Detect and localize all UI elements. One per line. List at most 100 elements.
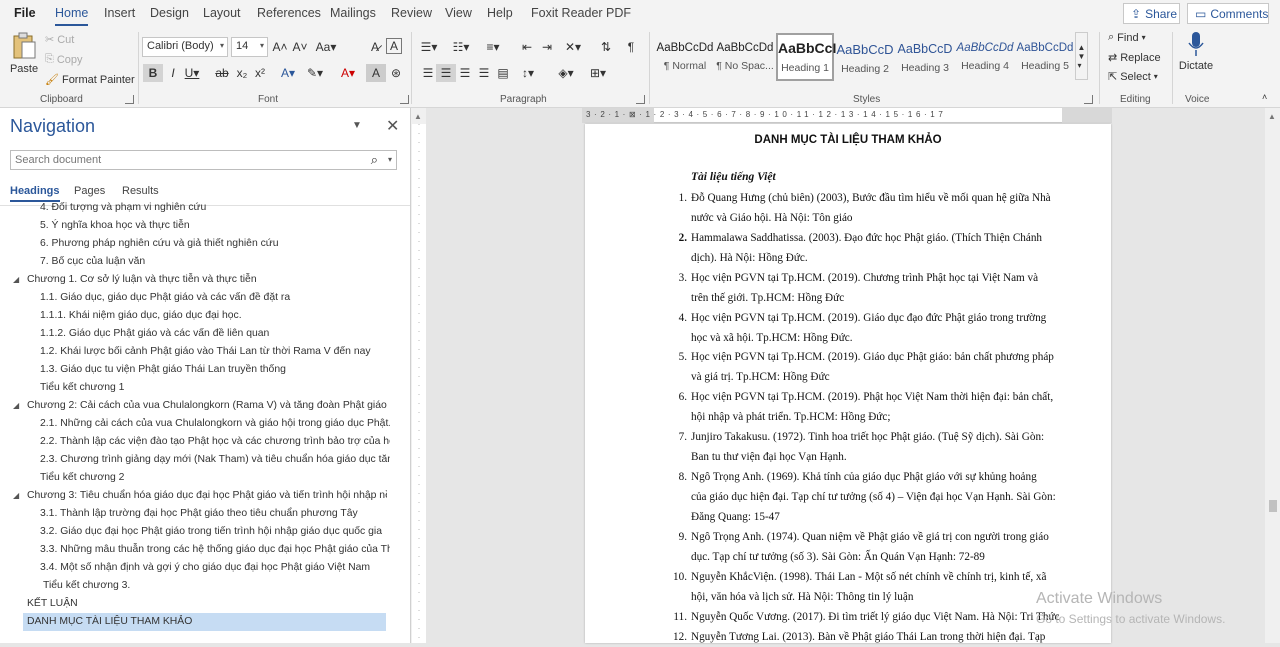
- font-launcher-icon[interactable]: [400, 95, 409, 104]
- line-spacing-icon[interactable]: ↕▾: [518, 64, 538, 82]
- tab-mailings[interactable]: Mailings: [330, 6, 376, 20]
- scroll-up-icon[interactable]: ▲: [1268, 112, 1276, 121]
- style-heading-5[interactable]: AaBbCcDd Heading 5: [1016, 33, 1074, 81]
- grow-font-icon[interactable]: A˄: [270, 38, 290, 56]
- style-heading-3[interactable]: AaBbCcD Heading 3: [896, 33, 954, 81]
- underline-icon[interactable]: U▾: [182, 64, 202, 82]
- enclose-characters-icon[interactable]: ⊛: [386, 64, 406, 82]
- increase-indent-icon[interactable]: ⇥: [537, 38, 557, 56]
- clipboard-launcher-icon[interactable]: [125, 95, 134, 104]
- heading-item[interactable]: 6. Phương pháp nghiên cứu và giả thiết n…: [40, 235, 390, 253]
- close-icon[interactable]: ✕: [386, 116, 399, 136]
- style-no-spacing[interactable]: AaBbCcDd ¶ No Spac...: [716, 33, 774, 81]
- bold-icon[interactable]: B: [143, 64, 163, 82]
- replace-button[interactable]: ⇄ Replace: [1108, 51, 1161, 65]
- vertical-ruler[interactable]: [412, 124, 426, 643]
- font-color-icon[interactable]: A▾: [338, 64, 358, 82]
- heading-item[interactable]: KẾT LUẬN: [27, 595, 387, 613]
- font-name-select[interactable]: Calibri (Body) ▾: [142, 37, 228, 57]
- heading-item[interactable]: 1.3. Giáo dục tu viện Phật giáo Thái Lan…: [40, 361, 390, 379]
- text-effects-icon[interactable]: A▾: [278, 64, 298, 82]
- heading-item[interactable]: 2.3. Chương trình giảng dạy mới (Nak Tha…: [40, 451, 390, 469]
- find-button[interactable]: ⌕ Find ▾: [1108, 31, 1146, 44]
- align-center-icon[interactable]: ☰: [436, 64, 456, 82]
- tab-file[interactable]: File: [14, 6, 36, 20]
- justify-icon[interactable]: ☰: [474, 64, 494, 82]
- tab-view[interactable]: View: [445, 6, 472, 20]
- subscript-icon[interactable]: x₂: [232, 64, 252, 82]
- bullets-icon[interactable]: ☰▾: [419, 38, 439, 56]
- heading-item[interactable]: 5. Ý nghĩa khoa học và thực tiễn: [40, 217, 390, 235]
- tab-design[interactable]: Design: [150, 6, 189, 20]
- decrease-indent-icon[interactable]: ⇤: [517, 38, 537, 56]
- tab-help[interactable]: Help: [487, 6, 513, 20]
- collapse-triangle-icon[interactable]: ◢: [13, 271, 19, 289]
- comments-button[interactable]: ▭ Comments: [1187, 3, 1269, 24]
- style-normal[interactable]: AaBbCcDd ¶ Normal: [656, 33, 714, 81]
- copy-button[interactable]: ⎘ Copy: [45, 53, 83, 66]
- heading-item[interactable]: Chương 2: Cải cách của vua Chulalongkorn…: [27, 397, 387, 415]
- cut-button[interactable]: ✂ Cut: [45, 33, 74, 47]
- heading-item[interactable]: 3.4. Một số nhận định và gợi ý cho giáo …: [40, 559, 390, 577]
- heading-item[interactable]: 3.3. Những mâu thuẫn trong các hệ thống …: [40, 541, 390, 559]
- heading-item[interactable]: 7. Bố cục của luận văn: [40, 253, 390, 271]
- heading-item[interactable]: 1.1.2. Giáo dục Phật giáo và các vấn đề …: [40, 325, 390, 343]
- scrollbar-thumb[interactable]: [1269, 500, 1277, 512]
- text-box-icon[interactable]: A: [386, 38, 402, 54]
- align-right-icon[interactable]: ☰: [455, 64, 475, 82]
- heading-item[interactable]: 1.1.1. Khái niệm giáo dục, giáo dục đại …: [40, 307, 390, 325]
- heading-item[interactable]: Tiểu kết chương 1: [40, 379, 390, 397]
- tab-references[interactable]: References: [257, 6, 321, 20]
- character-shading-icon[interactable]: A: [366, 64, 386, 82]
- style-heading-1[interactable]: AaBbCcI Heading 1: [776, 33, 836, 81]
- tab-foxit[interactable]: Foxit Reader PDF: [531, 6, 631, 20]
- heading-item[interactable]: Chương 3: Tiêu chuẩn hóa giáo dục đại họ…: [27, 487, 387, 505]
- tab-review[interactable]: Review: [391, 6, 432, 20]
- heading-item[interactable]: 3.1. Thành lập trường đại học Phật giáo …: [40, 505, 390, 523]
- scroll-up-icon[interactable]: ▲: [414, 112, 422, 121]
- shrink-font-icon[interactable]: A˅: [290, 38, 310, 56]
- strikethrough-icon[interactable]: ab: [212, 64, 232, 82]
- format-painter-button[interactable]: 🖌 Format Painter: [45, 73, 135, 87]
- horizontal-ruler[interactable]: 3·2·1·⊠·1·2·3·4·5·6·7·8·9·10·11·12·13·14…: [582, 108, 1112, 123]
- share-button[interactable]: ⇪ Share: [1123, 3, 1180, 24]
- tab-headings[interactable]: Headings: [10, 185, 60, 202]
- heading-item[interactable]: 3.2. Giáo dục đại học Phật giáo trong ti…: [40, 523, 390, 541]
- borders-icon[interactable]: ⊞▾: [588, 64, 608, 82]
- collapse-triangle-icon[interactable]: ◢: [13, 487, 19, 505]
- pane-options-icon[interactable]: ▼: [352, 120, 362, 131]
- change-case-icon[interactable]: Aa▾: [313, 38, 339, 56]
- tab-results[interactable]: Results: [122, 185, 159, 197]
- heading-item[interactable]: 1.1. Giáo dục, giáo dục Phật giáo và các…: [40, 289, 390, 307]
- heading-item[interactable]: 2.1. Những cải cách của vua Chulalongkor…: [40, 415, 390, 433]
- shading-icon[interactable]: ◈▾: [556, 64, 576, 82]
- tab-insert[interactable]: Insert: [104, 6, 135, 20]
- tab-home[interactable]: Home: [55, 6, 89, 26]
- asian-layout-icon[interactable]: ✕▾: [563, 38, 583, 56]
- heading-item[interactable]: 4. Đối tượng và phạm vi nghiên cứu: [40, 199, 390, 217]
- highlight-icon[interactable]: ✎▾: [305, 64, 325, 82]
- heading-item[interactable]: Chương 1. Cơ sở lý luận và thực tiễn và …: [27, 271, 387, 289]
- multilevel-list-icon[interactable]: ≡▾: [483, 38, 503, 56]
- tab-pages[interactable]: Pages: [74, 185, 105, 197]
- heading-item[interactable]: Tiểu kết chương 3.: [43, 577, 390, 595]
- heading-item[interactable]: 1.2. Khái lược bối cảnh Phật giáo vào Th…: [40, 343, 390, 361]
- styles-scroll-icon[interactable]: ▲ ▼ ▾: [1075, 32, 1088, 80]
- superscript-icon[interactable]: x²: [250, 64, 270, 82]
- distributed-icon[interactable]: ▤: [493, 64, 513, 82]
- font-size-select[interactable]: 14 ▾: [231, 37, 268, 57]
- heading-item[interactable]: Tiểu kết chương 2: [40, 469, 390, 487]
- heading-item[interactable]: 2.2. Thành lập các viện đào tạo Phật học…: [40, 433, 390, 451]
- style-heading-2[interactable]: AaBbCcD Heading 2: [836, 33, 894, 81]
- clear-formatting-icon[interactable]: A̷: [365, 38, 385, 56]
- paste-button[interactable]: Paste: [10, 32, 38, 75]
- styles-launcher-icon[interactable]: [1084, 95, 1093, 104]
- select-button[interactable]: ⇱ Select ▾: [1108, 70, 1158, 84]
- collapse-ribbon-icon[interactable]: ˄: [1262, 92, 1267, 102]
- document-page[interactable]: DANH MỤC TÀI LIỆU THAM KHẢO Tài liệu tiế…: [585, 124, 1111, 643]
- document-scrollbar[interactable]: ▲: [1265, 108, 1280, 643]
- show-paragraph-marks-icon[interactable]: ¶: [621, 38, 641, 56]
- sort-icon[interactable]: ⇅: [596, 38, 616, 56]
- dictate-button[interactable]: Dictate: [1179, 31, 1213, 72]
- italic-icon[interactable]: I: [163, 64, 183, 82]
